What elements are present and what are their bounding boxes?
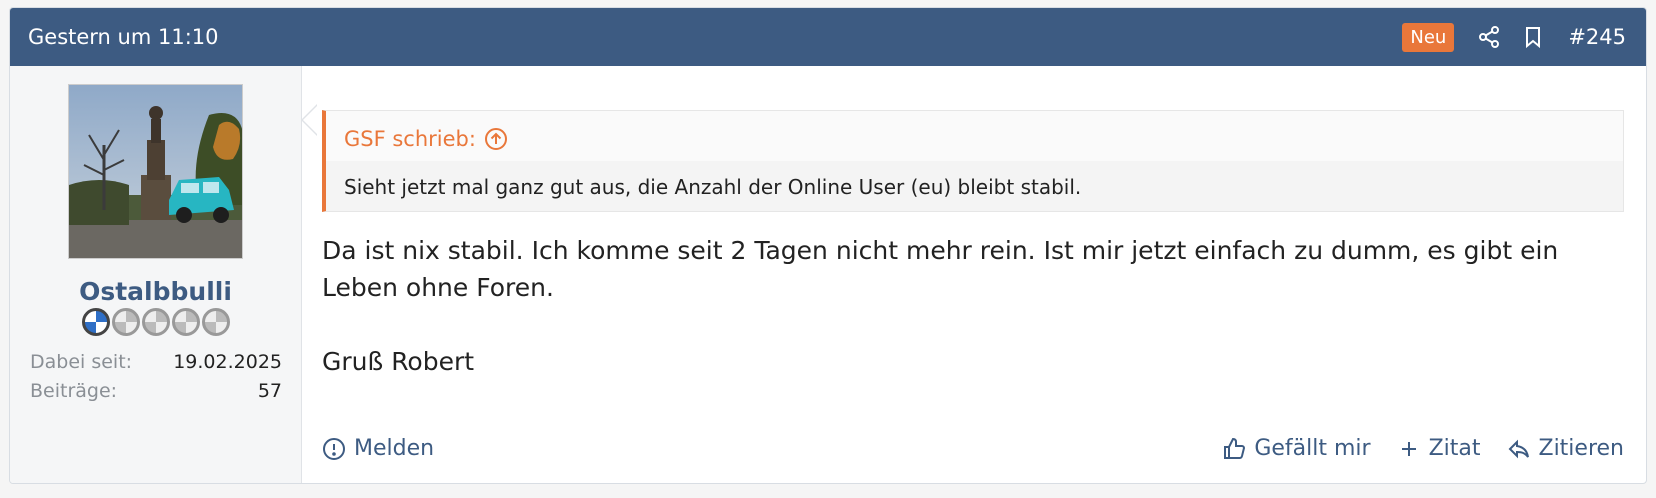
post-date[interactable]: Gestern um 11:10 (28, 25, 1402, 49)
jump-to-quote-icon[interactable] (484, 127, 508, 151)
add-quote-label: Zitat (1428, 436, 1481, 461)
message-paragraph: Da ist nix stabil. Ich komme seit 2 Tage… (322, 236, 1559, 302)
reply-label: Zitieren (1538, 436, 1625, 461)
new-badge: Neu (1402, 22, 1455, 52)
quote-author-link[interactable]: GSF schrieb: (344, 127, 476, 151)
posts-value[interactable]: 57 (258, 377, 282, 406)
user-stats: Dabei seit: 19.02.2025 Beiträge: 57 (10, 336, 301, 406)
reply-button[interactable]: Zitieren (1507, 436, 1625, 461)
posts-label: Beiträge: (30, 380, 118, 402)
message-signature: Gruß Robert (322, 347, 475, 376)
post-number-link[interactable]: #245 (1568, 25, 1626, 49)
rank-badge-icon (81, 308, 110, 336)
like-label: Gefällt mir (1254, 436, 1371, 461)
post-header: Gestern um 11:10 Neu #245 (10, 8, 1646, 66)
reply-icon (1508, 439, 1529, 458)
rank-badge-icon (201, 308, 230, 336)
bookmark-icon[interactable] (1520, 24, 1546, 50)
user-rank (10, 308, 301, 336)
avatar[interactable] (68, 84, 243, 259)
post-actions: Melden Gefällt mir Zitat Zitieren (322, 436, 1624, 461)
warning-icon (323, 437, 345, 460)
post-content: GSF schrieb: Sieht jetzt mal ganz gut au… (302, 66, 1646, 483)
user-info-panel: Ostalbbulli Dabei seit: 19.02.2025 Beitr… (10, 66, 318, 483)
username-link[interactable]: Ostalbbulli (10, 277, 301, 306)
rank-badge-icon (111, 308, 140, 336)
like-button[interactable]: Gefällt mir (1222, 436, 1371, 461)
quote-text: Sieht jetzt mal ganz gut aus, die Anzahl… (326, 161, 1623, 211)
plus-icon (1401, 441, 1416, 456)
rank-badge-icon (141, 308, 170, 336)
joined-label: Dabei seit: (30, 351, 133, 373)
forum-post: Gestern um 11:10 Neu #245 Ostalbbulli Da… (9, 7, 1647, 484)
message-body: Da ist nix stabil. Ich komme seit 2 Tage… (322, 232, 1624, 380)
report-label: Melden (354, 436, 435, 461)
thumbs-up-icon (1224, 437, 1246, 459)
add-quote-button[interactable]: Zitat (1397, 436, 1481, 461)
report-button[interactable]: Melden (322, 436, 434, 461)
joined-value: 19.02.2025 (173, 351, 282, 373)
quote-block: GSF schrieb: Sieht jetzt mal ganz gut au… (322, 110, 1624, 212)
share-icon[interactable] (1476, 24, 1502, 50)
rank-badge-icon (171, 308, 200, 336)
